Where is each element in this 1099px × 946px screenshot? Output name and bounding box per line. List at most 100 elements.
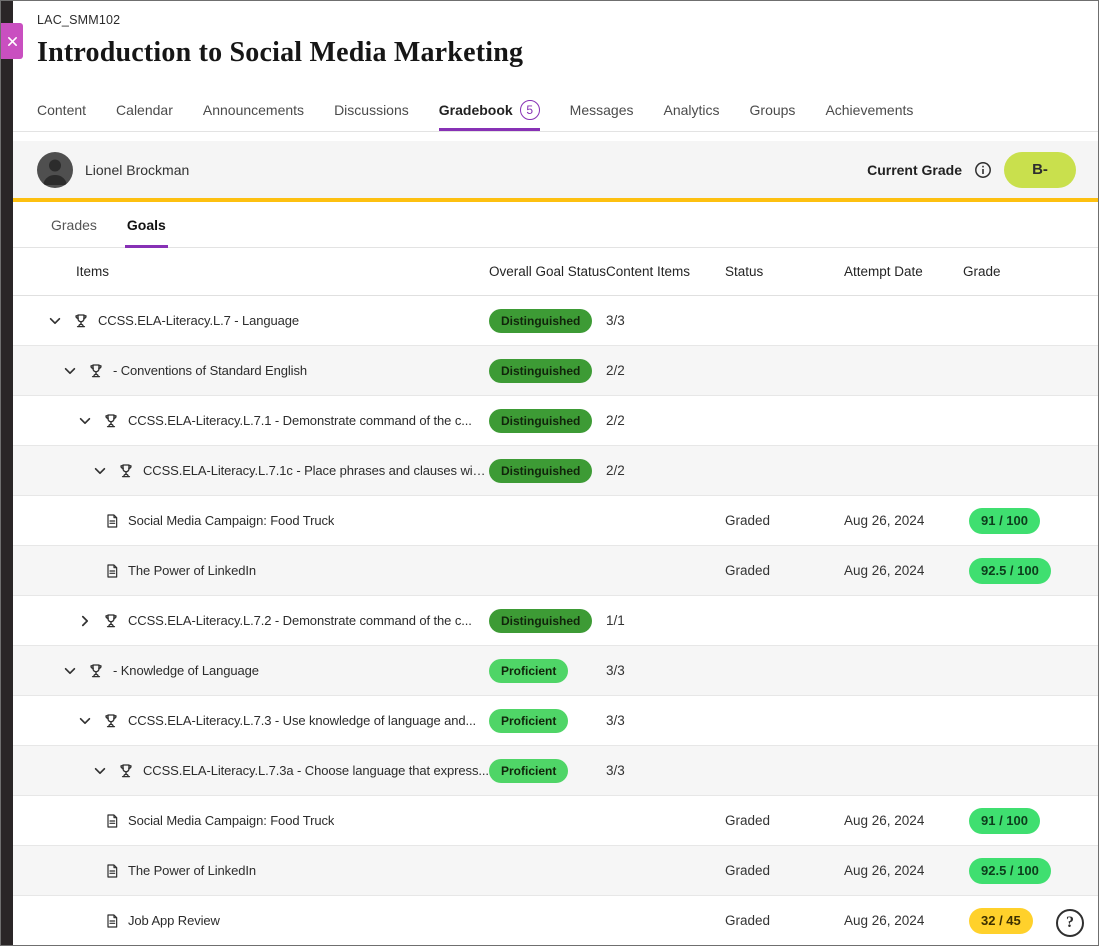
goal-row: CCSS.ELA-Literacy.L.7.1c - Place phrases… xyxy=(13,446,1099,496)
grade-pill[interactable]: 91 / 100 xyxy=(969,808,1040,834)
item-label[interactable]: Social Media Campaign: Food Truck xyxy=(128,513,334,528)
overall-grade-badge[interactable]: B- xyxy=(1004,152,1076,188)
current-grade-label: Current Grade xyxy=(867,162,962,178)
goal-row: CCSS.ELA-Literacy.L.7.3a - Choose langua… xyxy=(13,746,1099,796)
goal-label[interactable]: CCSS.ELA-Literacy.L.7.1 - Demonstrate co… xyxy=(128,413,472,428)
current-grade-group: Current Grade B- xyxy=(867,152,1076,188)
column-header-content-items: Content Items xyxy=(606,264,725,279)
document-icon xyxy=(104,913,120,929)
item-status: Graded xyxy=(725,813,844,828)
column-header-goal-status: Overall Goal Status xyxy=(489,264,606,279)
course-code: LAC_SMM102 xyxy=(37,13,1076,28)
goal-label[interactable]: - Knowledge of Language xyxy=(113,663,259,678)
attempt-date: Aug 26, 2024 xyxy=(844,513,963,528)
question-mark-icon: ? xyxy=(1066,914,1074,932)
goals-table-body: CCSS.ELA-Literacy.L.7 - Language Distingu… xyxy=(13,296,1099,946)
student-name: Lionel Brockman xyxy=(85,162,189,178)
item-status: Graded xyxy=(725,913,844,928)
grade-pill[interactable]: 91 / 100 xyxy=(969,508,1040,534)
tab-label: Analytics xyxy=(663,102,719,118)
tab-calendar[interactable]: Calendar xyxy=(116,88,173,131)
column-header-items: Items xyxy=(13,264,489,279)
tab-label: Achievements xyxy=(825,102,913,118)
collapse-row-button[interactable] xyxy=(91,762,109,780)
help-button[interactable]: ? xyxy=(1056,909,1084,937)
attempt-date: Aug 26, 2024 xyxy=(844,563,963,578)
item-label[interactable]: Social Media Campaign: Food Truck xyxy=(128,813,334,828)
goal-status-badge: Distinguished xyxy=(489,309,592,333)
collapse-row-button[interactable] xyxy=(91,462,109,480)
goal-label[interactable]: CCSS.ELA-Literacy.L.7 - Language xyxy=(98,313,299,328)
column-header-attempt-date: Attempt Date xyxy=(844,264,963,279)
chevron-down-icon xyxy=(63,664,77,678)
collapse-row-button[interactable] xyxy=(76,712,94,730)
item-label[interactable]: The Power of LinkedIn xyxy=(128,863,256,878)
goal-row: - Knowledge of Language Proficient 3/3 xyxy=(13,646,1099,696)
subtab-grades[interactable]: Grades xyxy=(49,217,99,248)
item-status: Graded xyxy=(725,563,844,578)
gradebook-count-badge: 5 xyxy=(520,100,540,120)
trophy-icon xyxy=(117,762,135,780)
trophy-icon xyxy=(102,712,120,730)
item-row: Social Media Campaign: Food TruckGradedA… xyxy=(13,796,1099,846)
goal-label[interactable]: CCSS.ELA-Literacy.L.7.3a - Choose langua… xyxy=(143,763,489,778)
gradebook-subtabs: Grades Goals xyxy=(13,202,1099,248)
collapse-row-button[interactable] xyxy=(46,312,64,330)
document-icon xyxy=(104,813,120,829)
goal-row: CCSS.ELA-Literacy.L.7 - Language Distingu… xyxy=(13,296,1099,346)
tab-discussions[interactable]: Discussions xyxy=(334,88,409,131)
trophy-icon xyxy=(87,662,105,680)
tab-achievements[interactable]: Achievements xyxy=(825,88,913,131)
goal-status-badge: Proficient xyxy=(489,659,568,683)
tab-gradebook[interactable]: Gradebook5 xyxy=(439,88,540,131)
item-label[interactable]: Job App Review xyxy=(128,913,220,928)
goal-status-badge: Distinguished xyxy=(489,409,592,433)
expand-row-button[interactable] xyxy=(76,612,94,630)
goal-label[interactable]: CCSS.ELA-Literacy.L.7.1c - Place phrases… xyxy=(143,463,489,478)
goal-status-badge: Distinguished xyxy=(489,459,592,483)
grade-info-icon[interactable] xyxy=(974,161,992,179)
content-items-count: 2/2 xyxy=(606,463,725,478)
collapse-row-button[interactable] xyxy=(61,662,79,680)
item-status: Graded xyxy=(725,863,844,878)
tab-analytics[interactable]: Analytics xyxy=(663,88,719,131)
tab-messages[interactable]: Messages xyxy=(570,88,634,131)
item-row: The Power of LinkedIn GradedAug 26, 2024 9… xyxy=(13,546,1099,596)
chevron-down-icon xyxy=(93,764,107,778)
item-row: Job App ReviewGradedAug 26, 202432 / 45 xyxy=(13,896,1099,946)
chevron-down-icon xyxy=(93,464,107,478)
attempt-date: Aug 26, 2024 xyxy=(844,863,963,878)
goal-row: CCSS.ELA-Literacy.L.7.3 - Use knowledge … xyxy=(13,696,1099,746)
collapse-row-button[interactable] xyxy=(76,412,94,430)
tab-label: Calendar xyxy=(116,102,173,118)
tab-groups[interactable]: Groups xyxy=(750,88,796,131)
collapse-row-button[interactable] xyxy=(61,362,79,380)
document-icon xyxy=(104,513,120,529)
chevron-down-icon xyxy=(78,714,92,728)
grade-pill[interactable]: 92.5 / 100 xyxy=(969,558,1051,584)
goal-label[interactable]: CCSS.ELA-Literacy.L.7.3 - Use knowledge … xyxy=(128,713,476,728)
course-header: LAC_SMM102 Introduction to Social Media … xyxy=(13,1,1099,72)
goal-label[interactable]: CCSS.ELA-Literacy.L.7.2 - Demonstrate co… xyxy=(128,613,472,628)
student-summary-bar: Lionel Brockman Current Grade B- xyxy=(13,141,1099,198)
subtab-goals[interactable]: Goals xyxy=(125,217,168,248)
tab-announcements[interactable]: Announcements xyxy=(203,88,304,131)
grade-pill[interactable]: 92.5 / 100 xyxy=(969,858,1051,884)
goals-table-header: Items Overall Goal Status Content Items … xyxy=(13,248,1099,296)
goal-label[interactable]: - Conventions of Standard English xyxy=(113,363,307,378)
content-items-count: 3/3 xyxy=(606,313,725,328)
close-panel-tab[interactable] xyxy=(1,23,23,59)
item-status: Graded xyxy=(725,513,844,528)
chevron-down-icon xyxy=(78,614,92,628)
tab-label: Content xyxy=(37,102,86,118)
item-label[interactable]: The Power of LinkedIn xyxy=(128,563,256,578)
trophy-icon xyxy=(117,462,135,480)
tab-label: Discussions xyxy=(334,102,409,118)
trophy-icon xyxy=(87,362,105,380)
content-items-count: 3/3 xyxy=(606,663,725,678)
tab-content[interactable]: Content xyxy=(37,88,86,131)
gradebook-page: LAC_SMM102 Introduction to Social Media … xyxy=(0,0,1099,946)
grade-pill[interactable]: 32 / 45 xyxy=(969,908,1033,934)
content-items-count: 1/1 xyxy=(606,613,725,628)
item-row: The Power of LinkedIn GradedAug 26, 2024 9… xyxy=(13,846,1099,896)
